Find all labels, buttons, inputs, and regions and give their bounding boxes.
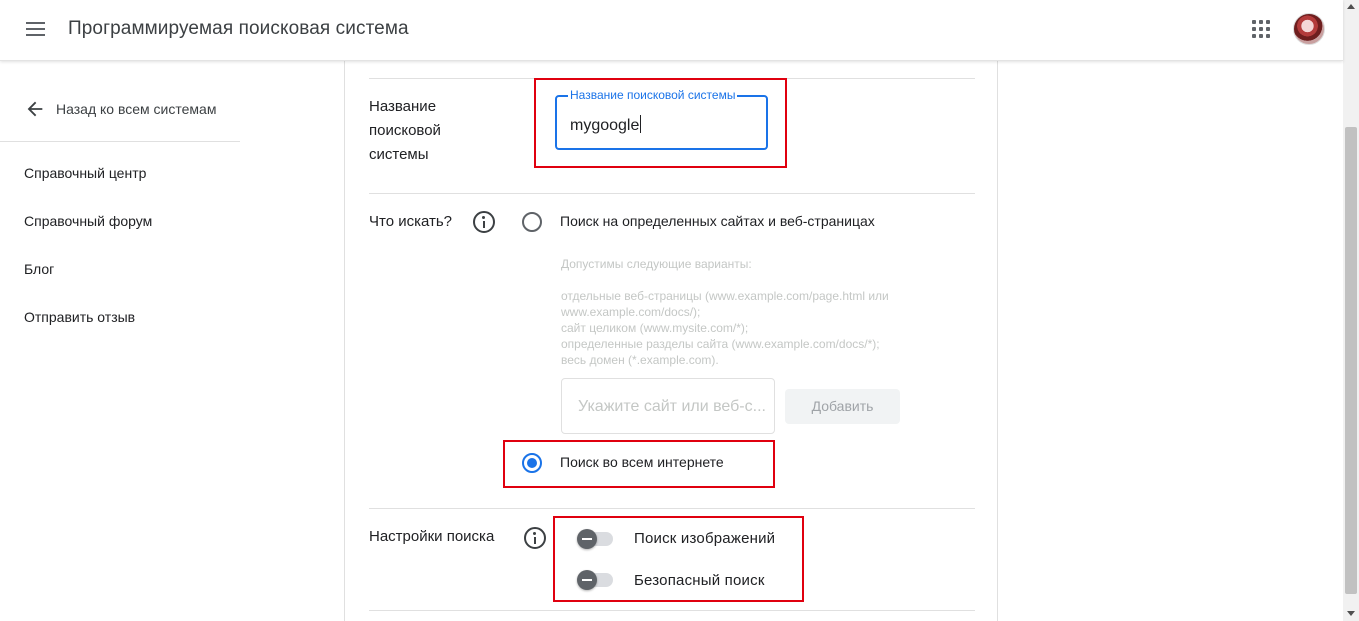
sidebar-item-feedback[interactable]: Отправить отзыв <box>24 309 135 325</box>
sidebar-item-help-forum[interactable]: Справочный форум <box>24 213 152 229</box>
radio-entire-web-label[interactable]: Поиск во всем интернете <box>560 454 724 470</box>
divider <box>369 78 975 79</box>
hint-text: весь домен (*.example.com). <box>561 353 719 367</box>
image-search-toggle[interactable] <box>577 529 615 549</box>
scrollbar-thumb[interactable] <box>1345 127 1357 594</box>
hint-text: www.example.com/docs/); <box>561 305 701 319</box>
radio-specific-sites-label[interactable]: Поиск на определенных сайтах и веб-стран… <box>560 213 875 229</box>
radio-entire-web[interactable] <box>522 453 542 473</box>
info-icon[interactable] <box>473 211 495 233</box>
main-content: Название поисковой системы Название поис… <box>345 61 998 621</box>
engine-name-field-value[interactable]: mygoogle <box>570 115 642 135</box>
divider <box>369 610 975 611</box>
safe-search-toggle[interactable] <box>577 570 615 590</box>
what-to-search-label: Что искать? <box>369 213 453 230</box>
page-scrollbar[interactable] <box>1343 0 1359 621</box>
site-url-input[interactable]: Укажите сайт или веб-с... <box>561 378 775 434</box>
radio-specific-sites[interactable] <box>522 212 542 232</box>
hint-text: отдельные веб-страницы (www.example.com/… <box>561 289 889 303</box>
top-app-bar: Программируемая поисковая система <box>0 0 1343 61</box>
app-title: Программируемая поисковая система <box>68 18 409 39</box>
apps-grid-icon[interactable] <box>1248 16 1274 42</box>
arrow-left-icon <box>27 101 43 117</box>
add-site-button[interactable]: Добавить <box>785 389 900 424</box>
sidebar: Назад ко всем системам Справочный центр … <box>0 61 345 621</box>
divider <box>369 508 975 509</box>
image-search-label: Поиск изображений <box>634 530 776 547</box>
hint-text: сайт целиком (www.mysite.com/*); <box>561 321 749 335</box>
sidebar-item-blog[interactable]: Блог <box>24 261 54 277</box>
back-to-all-engines-link[interactable]: Назад ко всем системам <box>24 97 216 121</box>
hamburger-menu-icon[interactable] <box>20 14 52 46</box>
app-root: Программируемая поисковая система Назад … <box>0 0 1359 621</box>
sidebar-divider <box>0 141 240 142</box>
scroll-up-arrow-icon[interactable] <box>1347 4 1355 9</box>
hint-text: определенные разделы сайта (www.example.… <box>561 337 880 351</box>
divider <box>369 193 975 194</box>
sidebar-item-help-center[interactable]: Справочный центр <box>24 165 146 181</box>
search-settings-label: Настройки поиска <box>369 528 495 545</box>
text-cursor <box>640 115 642 133</box>
engine-name-row-label: Название поисковой системы <box>369 98 441 163</box>
info-icon[interactable] <box>524 527 546 549</box>
back-link-label: Назад ко всем системам <box>56 101 217 117</box>
scroll-down-arrow-icon[interactable] <box>1347 611 1355 616</box>
user-avatar[interactable] <box>1293 13 1325 45</box>
safe-search-label: Безопасный поиск <box>634 572 765 589</box>
hint-text: Допустимы следующие варианты: <box>561 257 752 271</box>
engine-name-field-label: Название поисковой системы <box>568 88 738 102</box>
